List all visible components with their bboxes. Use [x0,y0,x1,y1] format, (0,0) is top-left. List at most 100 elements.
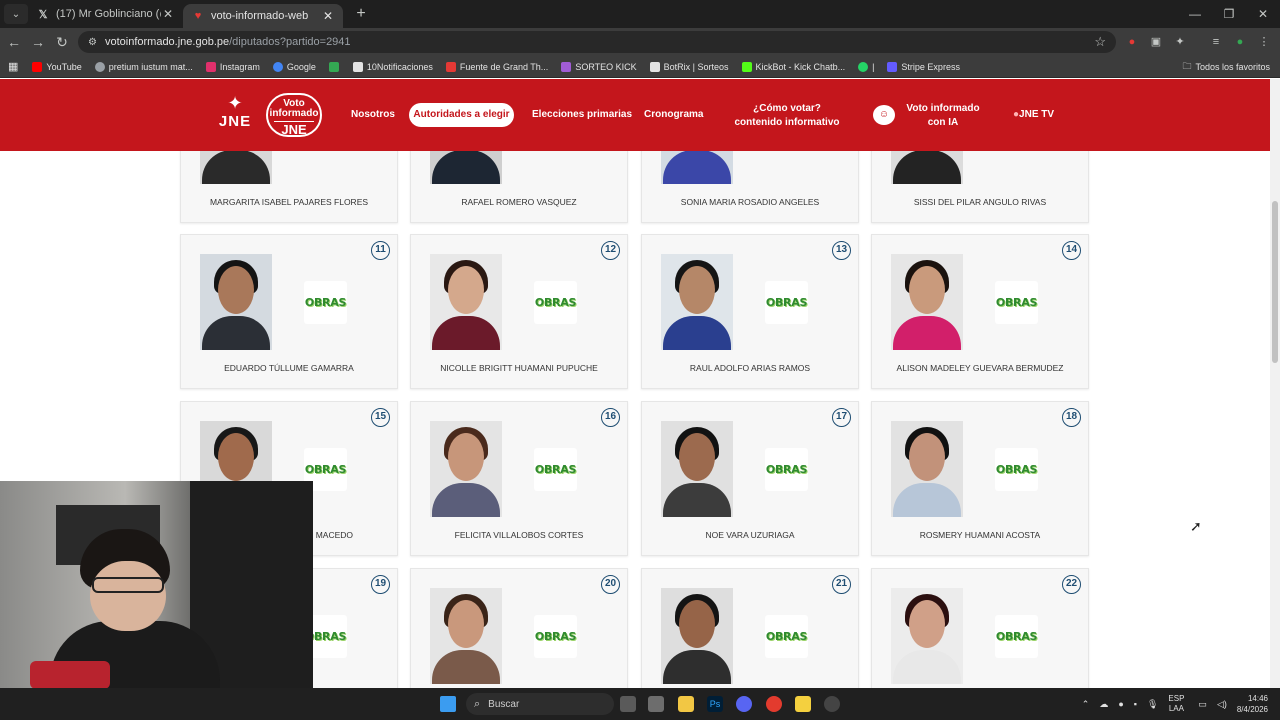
windows-start-icon[interactable] [440,696,456,712]
chrome-icon[interactable] [766,696,782,712]
candidate-photo [661,151,733,184]
candidate-card[interactable]: RAFAEL ROMERO VASQUEZ [410,151,628,223]
bookmark-botrix[interactable]: BotRix | Sorteos [649,61,729,72]
bookmark-pinwheel[interactable] [328,61,343,72]
bookmark-google[interactable]: Google [272,61,316,72]
site-header: ✦ JNE Voto informado JNE Nosotros Autori… [0,79,1270,151]
new-tab-button[interactable]: + [351,5,371,23]
candidate-photo [430,151,502,184]
menu-icon[interactable]: ⋮ [1257,35,1271,49]
extension-icon[interactable]: ▣ [1149,35,1163,49]
obras-party-logo: OBRAS [765,281,808,324]
back-icon[interactable]: ← [2,34,26,50]
address-bar-row: ← → ↻ ⚙ votoinformado.jne.gob.pe/diputad… [0,28,1280,56]
all-bookmarks[interactable]: 🗀 Todos los favoritos [1182,59,1270,75]
kickbot-icon [741,61,752,72]
candidate-card[interactable]: MARGARITA ISABEL PAJARES FLORES [180,151,398,223]
mouse-cursor-icon: ➚ [1190,518,1202,534]
candidate-card[interactable]: 18 OBRAS ROSMERY HUAMANI ACOSTA [871,401,1089,556]
close-window-button[interactable]: ✕ [1246,0,1280,28]
clock[interactable]: 14:46 8/4/2026 [1237,693,1268,715]
nav-jne-tv[interactable]: ●JNE TV [1013,109,1054,120]
candidate-card[interactable]: 16 OBRAS FELICITA VILLALOBOS CORTES [410,401,628,556]
nav-voto-informado-ia[interactable]: Voto informado con IA [898,102,988,130]
candidate-card[interactable]: 20 OBRAS [410,568,628,688]
reload-icon[interactable]: ↻ [50,34,74,51]
media-icon[interactable]: ≡ [1209,35,1223,49]
nav-cronograma[interactable]: Cronograma [644,109,703,120]
candidate-photo [430,254,502,350]
page-scrollbar[interactable] [1270,79,1280,688]
close-icon[interactable]: ✕ [321,9,335,23]
app-icon[interactable] [824,696,840,712]
taskbar-search[interactable]: ⌕ Buscar [466,693,614,715]
candidate-card[interactable]: SONIA MARIA ROSADIO ANGELES [641,151,859,223]
extension-icon[interactable]: ● [1125,35,1139,49]
bookmark-stripe[interactable]: Stripe Express [887,61,960,72]
candidate-number: 22 [1062,575,1081,594]
bookmark-whatsapp[interactable]: | [858,61,874,72]
bookmark-instagram[interactable]: Instagram [205,61,260,72]
botrix-icon [649,61,660,72]
tray-icon[interactable]: ▪ [1134,699,1137,709]
url-field[interactable]: ⚙ votoinformado.jne.gob.pe/diputados?par… [78,31,1116,53]
scrollbar-thumb[interactable] [1272,201,1278,363]
candidate-card[interactable]: 11 OBRAS EDUARDO TÚLLUME GAMARRA [180,234,398,389]
volume-icon[interactable]: ◁) [1217,699,1227,710]
candidate-name: RAFAEL ROMERO VASQUEZ [461,197,577,207]
tab-twitter[interactable]: 𝕏 (17) Mr Goblinciano (@MGoblin ✕ [28,0,183,28]
tab-title: (17) Mr Goblinciano (@MGoblin [56,8,161,20]
apps-icon[interactable]: ▦ [8,60,18,73]
nav-elecciones-primarias[interactable]: Elecciones primarias [532,109,632,120]
youtube-icon [32,61,43,72]
bookmark-gta[interactable]: Fuente de Grand Th... [445,61,548,72]
candidate-photo [430,588,502,684]
candidate-card[interactable]: SISSI DEL PILAR ANGULO RIVAS [871,151,1089,223]
bookmark-kickbot[interactable]: KickBot - Kick Chatb... [741,61,845,72]
bookmark-star-icon[interactable]: ☆ [1094,34,1106,50]
tray-icon[interactable]: ● [1118,699,1123,709]
candidate-card[interactable]: 21 OBRAS [641,568,859,688]
task-view-icon[interactable] [620,696,636,712]
candidate-card[interactable]: 22 OBRAS [871,568,1089,688]
puzzle-icon[interactable]: ✦ [1173,35,1187,49]
candidate-number: 12 [601,241,620,260]
minimize-button[interactable]: — [1178,0,1212,28]
candidate-card[interactable]: 14 OBRAS ALISON MADELEY GUEVARA BERMUDEZ [871,234,1089,389]
nav-autoridades-a-elegir[interactable]: Autoridades a elegir [409,103,514,127]
bookmark-10notificaciones[interactable]: 10Notificaciones [352,61,433,72]
app-icon[interactable] [795,696,811,712]
candidate-card[interactable]: 17 OBRAS NOE VARA UZURIAGA [641,401,859,556]
restore-button[interactable]: ❐ [1212,0,1246,28]
bookmark-youtube[interactable]: YouTube [32,61,82,72]
app-icon[interactable] [648,696,664,712]
site-info-icon[interactable]: ⚙ [88,37,97,48]
jne-favicon-icon: ♥ [194,10,202,22]
jne-logo[interactable]: ✦ JNE [210,93,260,137]
url-path: /diputados?partido=2941 [229,36,351,48]
bookmark-pretium[interactable]: pretium iustum mat... [94,61,193,72]
tab-title: voto-informado-web [211,10,309,22]
candidate-name: SISSI DEL PILAR ANGULO RIVAS [913,197,1047,207]
network-icon[interactable]: ▭ [1198,699,1207,710]
language-indicator[interactable]: ESP LAA [1168,694,1184,714]
file-explorer-icon[interactable] [678,696,694,712]
discord-icon[interactable] [736,696,752,712]
profile-avatar[interactable]: ● [1233,35,1247,49]
nav-como-votar[interactable]: ¿Cómo votar? contenido informativo [730,102,844,130]
candidate-card[interactable]: 12 OBRAS NICOLLE BRIGITT HUAMANI PUPUCHE [410,234,628,389]
nav-nosotros[interactable]: Nosotros [351,109,395,120]
pinwheel-icon [328,61,339,72]
tray-icon[interactable]: ☁ [1099,699,1108,710]
chevron-up-icon[interactable]: ⌃ [1082,699,1090,710]
close-icon[interactable]: ✕ [161,7,175,21]
microphone-icon[interactable]: 🎙 [1147,699,1158,710]
photoshop-icon[interactable]: Ps [707,696,723,712]
tab-voto-informado[interactable]: ♥ voto-informado-web ✕ [183,4,343,28]
candidate-card[interactable]: 13 OBRAS RAUL ADOLFO ARIAS RAMOS [641,234,859,389]
candidate-name: RAUL ADOLFO ARIAS RAMOS [689,363,811,373]
voto-informado-logo[interactable]: Voto informado JNE [266,93,322,137]
forward-icon[interactable]: → [26,34,50,50]
bookmark-sorteo-kick[interactable]: SORTEO KICK [561,61,637,72]
tab-search-button[interactable]: ⌄ [4,4,28,24]
